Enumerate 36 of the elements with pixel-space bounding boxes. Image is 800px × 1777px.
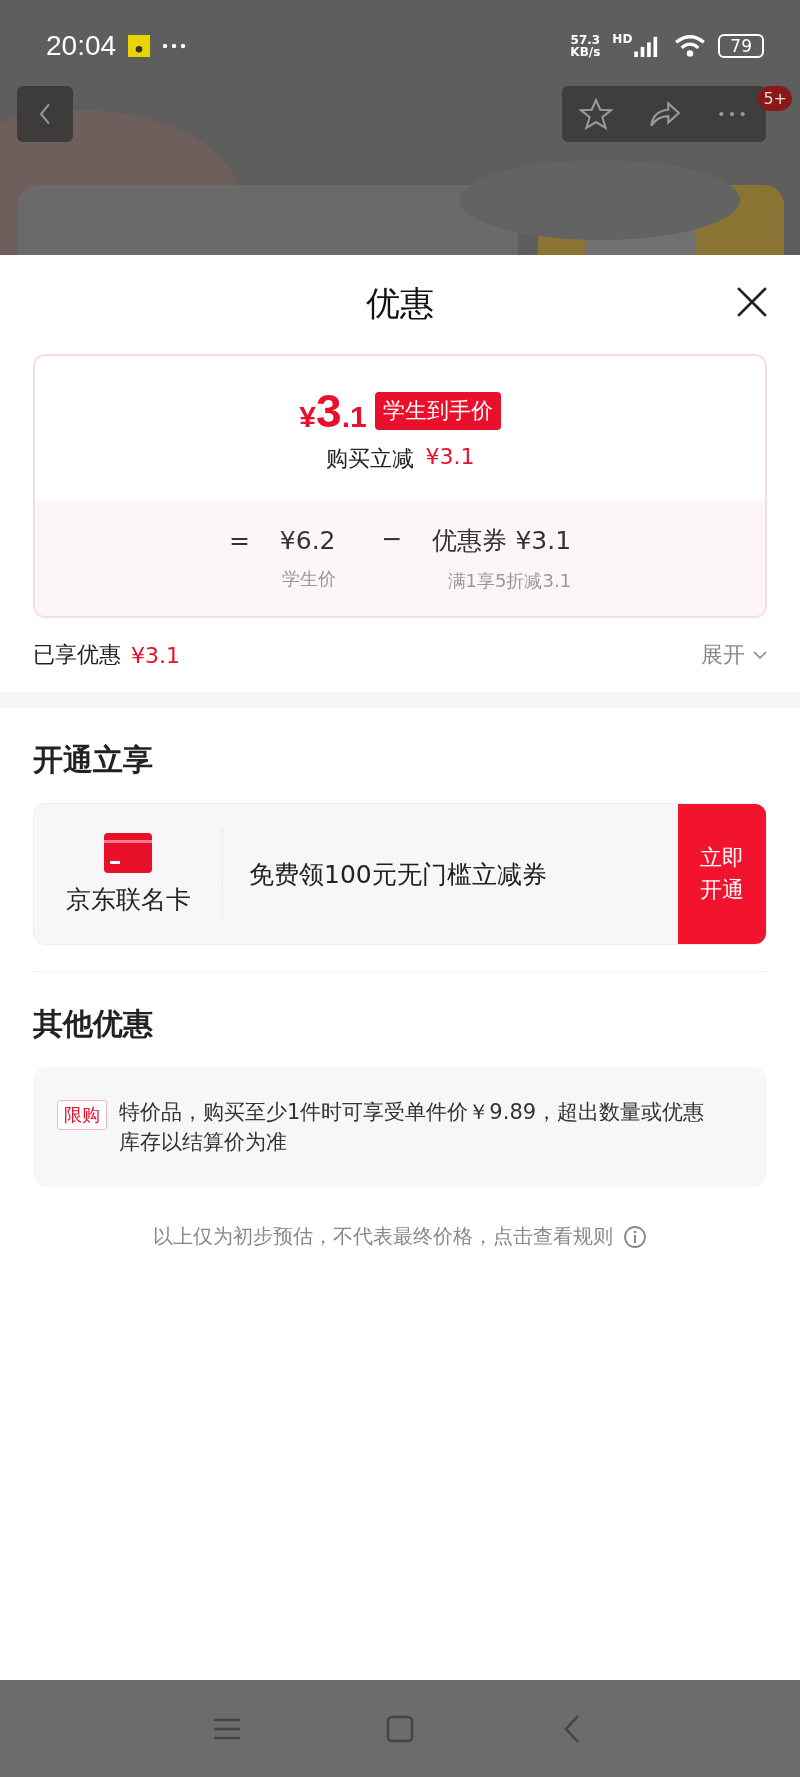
section-title: 其他优惠 xyxy=(32,1005,154,1043)
section-title: 开通立享 xyxy=(32,741,154,779)
back-button[interactable] xyxy=(17,86,73,142)
credit-card-icon xyxy=(104,832,152,873)
card-name: 京东联名卡 xyxy=(65,883,191,916)
notification-badge: 5+ xyxy=(758,86,792,111)
enjoyed-amount: ¥3.1 xyxy=(131,642,180,668)
home-icon[interactable] xyxy=(385,1713,415,1744)
more-notifications-icon xyxy=(162,43,187,49)
close-icon[interactable] xyxy=(736,286,768,318)
breakdown-value: 优惠券 ¥3.1 xyxy=(432,525,572,557)
network-speed: 57.3 KB/s xyxy=(570,34,601,58)
price-tag: 学生到手价 xyxy=(374,391,501,430)
app-notification-icon xyxy=(128,35,151,57)
enjoyed-label: 已享优惠 xyxy=(33,641,121,669)
price-amount: ¥3.1 xyxy=(299,383,367,438)
discount-label: 购买立减 xyxy=(325,444,414,473)
operator-sign: = xyxy=(228,526,250,555)
sheet-title: 优惠 xyxy=(366,282,434,325)
breakdown-value: ¥6.2 xyxy=(279,526,336,555)
disclaimer-link[interactable]: 以上仅为初步预估，不代表最终价格，点击查看规则 xyxy=(153,1223,613,1250)
activate-button[interactable]: 立即开通 xyxy=(678,804,766,944)
breakdown-label: 满1享5折减3.1 xyxy=(447,569,572,593)
operator-sign: − xyxy=(381,524,403,555)
wifi-icon xyxy=(674,34,707,58)
offer-text: 免费领100元无门槛立减券 xyxy=(248,858,548,891)
discount-amount: ¥3.1 xyxy=(425,443,475,471)
network-type: HD xyxy=(612,32,633,46)
info-icon[interactable] xyxy=(623,1224,647,1249)
limit-tag: 限购 xyxy=(57,1100,107,1130)
battery-level: 79 xyxy=(718,34,764,58)
expand-toggle[interactable]: 展开 xyxy=(701,640,767,670)
breakdown-label: 学生价 xyxy=(281,567,336,591)
clock-time: 20:04 xyxy=(46,30,117,62)
chevron-down-icon[interactable] xyxy=(753,650,767,660)
offer-description: 特价品，购买至少1件时可享受单件价￥9.89，超出数量或优惠库存以结算价为准 xyxy=(119,1099,706,1156)
